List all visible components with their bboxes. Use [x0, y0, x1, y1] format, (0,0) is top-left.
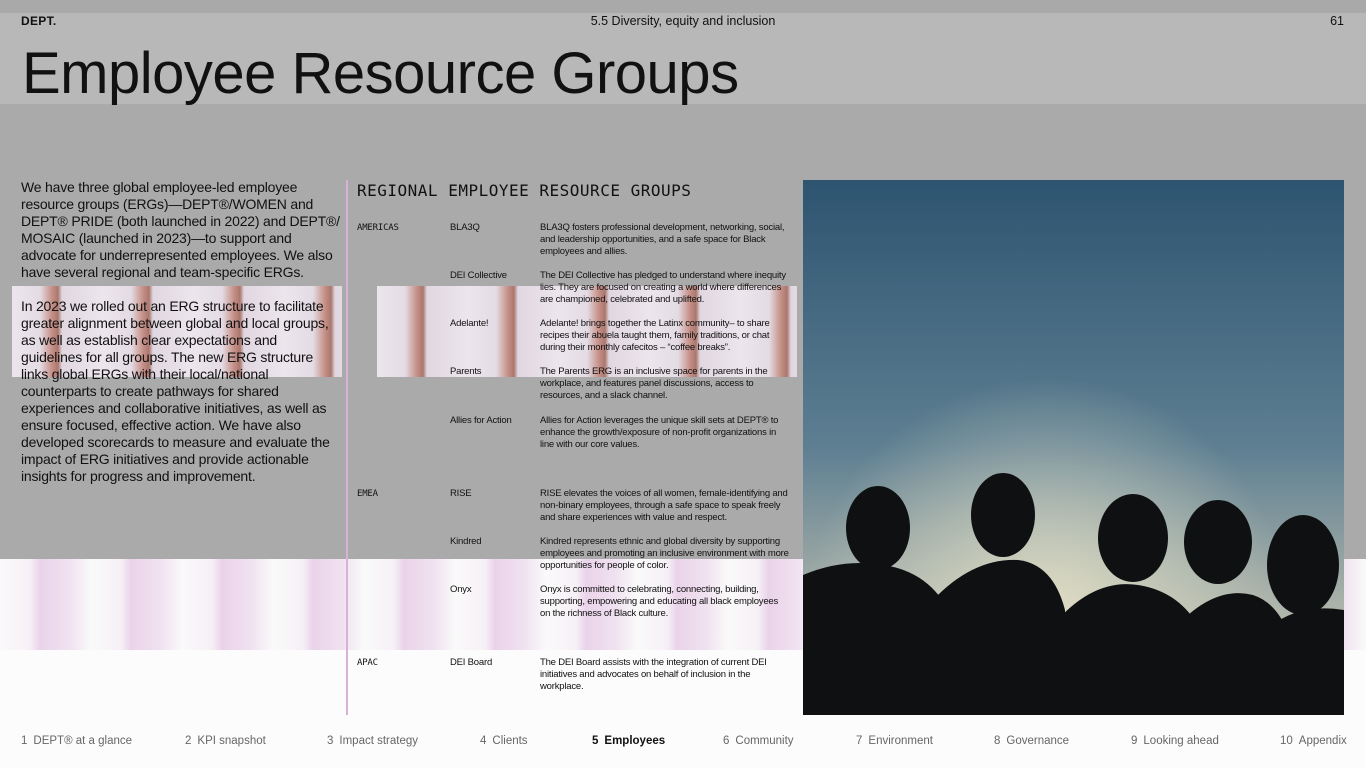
erg-description: The DEI Collective has pledged to unders…: [540, 270, 786, 305]
nav-item-number: 4: [480, 735, 487, 747]
erg-description: BLA3Q fosters professional development, …: [540, 222, 785, 257]
erg-name: Parents: [450, 366, 482, 377]
footer-nav: 1 DEPT® at a glance 2 KPI snapshot 3 Impact…: [0, 735, 1366, 751]
erg-description: Adelante! brings together the Latinx com…: [540, 318, 770, 353]
erg-description: Kindred represents ethnic and global div…: [540, 536, 789, 571]
nav-item-impact-strategy[interactable]: 3 Impact strategy: [327, 735, 418, 747]
erg-description: The Parents ERG is an inclusive space fo…: [540, 366, 768, 401]
erg-description: Allies for Action leverages the unique s…: [540, 415, 779, 450]
nav-item-number: 1: [21, 735, 28, 747]
nav-item-number: 10: [1280, 735, 1293, 747]
erg-region: EMEA: [357, 489, 378, 499]
page-number: 61: [1330, 14, 1344, 28]
intro-text: We have three global employee-led employ…: [21, 179, 341, 502]
intro-paragraph: We have three global employee-led employ…: [21, 179, 340, 280]
erg-region: AMERICAS: [357, 223, 399, 233]
nav-item-number: 8: [994, 735, 1001, 747]
nav-item-community[interactable]: 6 Community: [723, 735, 794, 747]
nav-item-number: 3: [327, 735, 334, 747]
erg-name: Allies for Action: [450, 415, 512, 426]
nav-item-label: KPI snapshot: [197, 735, 266, 747]
nav-item-label: Appendix: [1298, 735, 1347, 747]
nav-item-clients[interactable]: 4 Clients: [480, 735, 528, 747]
nav-item-number: 2: [185, 735, 192, 747]
erg-name: Adelante!: [450, 318, 489, 329]
nav-item-employees[interactable]: 5 Employees: [592, 735, 665, 747]
nav-item-label: Clients: [492, 735, 528, 747]
erg-name: RISE: [450, 488, 472, 499]
erg-description: RISE elevates the voices of all women, f…: [540, 488, 788, 523]
nav-item-label: Employees: [604, 735, 666, 747]
erg-description: The DEI Board assists with the integrati…: [540, 657, 767, 692]
nav-item-number: 6: [723, 735, 730, 747]
nav-item-dept-at-a-glance[interactable]: 1 DEPT® at a glance: [21, 735, 132, 747]
nav-item-label: Community: [735, 735, 794, 747]
erg-name: DEI Collective: [450, 270, 507, 281]
nav-item-looking-ahead[interactable]: 9 Looking ahead: [1131, 735, 1219, 747]
erg-name: Kindred: [450, 536, 482, 547]
column-divider: [346, 180, 348, 715]
dept-logo[interactable]: DEPT.: [21, 14, 57, 28]
erg-region: APAC: [357, 658, 378, 668]
nav-item-label: Environment: [868, 735, 933, 747]
erg-name: Onyx: [450, 584, 472, 595]
regional-heading: REGIONAL EMPLOYEE RESOURCE GROUPS: [357, 181, 692, 200]
nav-item-number: 5: [592, 735, 599, 747]
nav-item-number: 7: [856, 735, 863, 747]
intro-paragraph: In 2023 we rolled out an ERG structure t…: [21, 298, 330, 484]
nav-item-number: 9: [1131, 735, 1138, 747]
nav-item-governance[interactable]: 8 Governance: [994, 735, 1069, 747]
top-band: [0, 0, 1366, 13]
nav-item-label: Governance: [1006, 735, 1070, 747]
nav-item-label: DEPT® at a glance: [33, 735, 133, 747]
nav-item-environment[interactable]: 7 Environment: [856, 735, 933, 747]
nav-item-label: Impact strategy: [339, 735, 419, 747]
erg-description: Onyx is committed to celebrating, connec…: [540, 584, 779, 619]
nav-item-label: Looking ahead: [1143, 735, 1219, 747]
silhouette-photo: [803, 180, 1344, 715]
erg-name: BLA3Q: [450, 222, 480, 233]
nav-item-kpi-snapshot[interactable]: 2 KPI snapshot: [185, 735, 266, 747]
erg-name: DEI Board: [450, 657, 493, 668]
page-title: Employee Resource Groups: [22, 41, 739, 106]
nav-item-appendix[interactable]: 10 Appendix: [1280, 735, 1347, 747]
section-label: 5.5 Diversity, equity and inclusion: [590, 14, 776, 28]
